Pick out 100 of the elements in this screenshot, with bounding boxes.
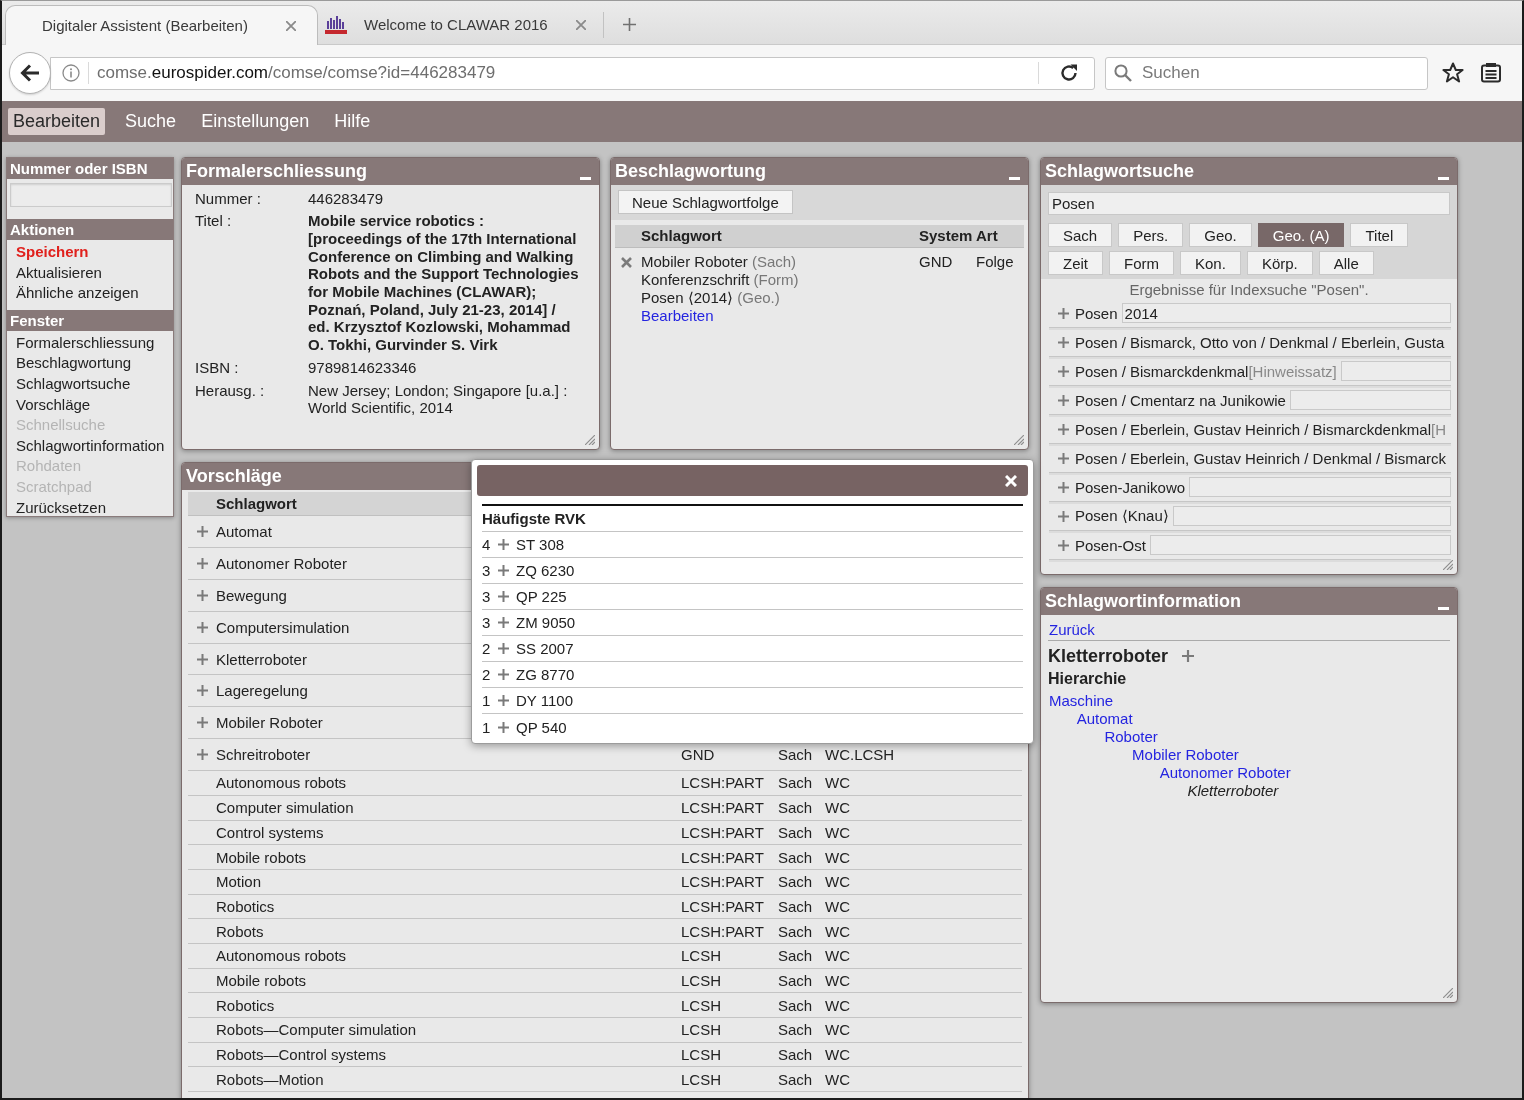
back-link[interactable]: Zurück (1049, 620, 1095, 638)
resize-grip-icon[interactable] (1443, 560, 1453, 570)
classification-code[interactable]: ZM 9050 (516, 614, 576, 631)
keyword-cell[interactable]: Computersimulation (216, 618, 350, 636)
plus-icon[interactable] (1182, 650, 1194, 662)
menu-item[interactable]: Einstellungen (196, 108, 315, 135)
keyword-cell[interactable]: Lageregelung (216, 682, 308, 700)
plus-icon[interactable] (197, 653, 208, 665)
classification-code[interactable]: ZQ 6230 (516, 562, 575, 579)
resize-grip-icon[interactable] (585, 435, 595, 445)
hierarchy-link[interactable]: Roboter (1104, 728, 1158, 746)
classification-code[interactable]: DY 1100 (516, 692, 573, 709)
result-term[interactable]: Posen (1075, 304, 1118, 322)
input-field[interactable] (1172, 506, 1451, 526)
plus-icon[interactable] (498, 695, 509, 706)
filter-button[interactable]: Geo. (A) (1257, 223, 1345, 247)
info-icon[interactable] (62, 64, 80, 82)
classification-code[interactable]: SS 2007 (516, 640, 574, 657)
result-term[interactable]: Posen-Ost (1075, 536, 1146, 554)
plus-icon[interactable] (197, 621, 208, 633)
search-field[interactable]: Posen (1048, 192, 1450, 215)
filter-button[interactable]: Körp. (1246, 251, 1313, 275)
new-sequence-button[interactable]: Neue Schlagwortfolge (618, 190, 793, 214)
plus-icon[interactable] (1058, 452, 1069, 464)
plus-icon[interactable] (498, 591, 509, 602)
menu-item[interactable]: Schlagwortsuche (16, 373, 131, 395)
browser-tab[interactable]: Welcome to CLAWAR 2016 (318, 5, 603, 44)
resize-grip-icon[interactable] (1014, 435, 1024, 445)
plus-icon[interactable] (197, 557, 208, 569)
plus-icon[interactable] (1058, 481, 1069, 493)
plus-icon[interactable] (1058, 307, 1069, 319)
close-icon[interactable] (576, 19, 586, 30)
input-field[interactable]: 2014 (1121, 303, 1451, 323)
back-button[interactable] (9, 52, 51, 94)
filter-button[interactable]: Form (1109, 251, 1174, 275)
classification-code[interactable]: ZG 8770 (516, 666, 575, 683)
star-icon[interactable] (1442, 62, 1464, 84)
close-icon[interactable] (286, 20, 296, 31)
plus-icon[interactable] (498, 721, 509, 733)
plus-icon[interactable] (1058, 510, 1069, 522)
input-field[interactable] (1289, 390, 1451, 410)
hierarchy-link[interactable]: Mobiler Roboter (1132, 746, 1239, 764)
plus-icon[interactable] (498, 617, 509, 628)
plus-icon[interactable] (197, 717, 208, 729)
filter-button[interactable]: Titel (1350, 223, 1409, 247)
menu-item[interactable]: Beschlagwortung (16, 353, 132, 374)
search-field[interactable]: Suchen (1105, 56, 1428, 90)
classification-code[interactable]: QP 540 (516, 718, 567, 736)
input-field[interactable] (1340, 361, 1451, 381)
menu-item[interactable]: Ähnliche anzeigen (16, 283, 139, 304)
classification-code[interactable]: ST 308 (516, 536, 565, 553)
resize-grip-icon[interactable] (1443, 988, 1453, 998)
result-term[interactable]: Posen ⟨Knau⟩ (1075, 507, 1169, 525)
clipboard-icon[interactable] (1481, 63, 1501, 83)
hierarchy-link[interactable]: Maschine (1049, 692, 1114, 710)
menu-item[interactable]: Speichern (16, 242, 89, 263)
filter-button[interactable]: Alle (1318, 251, 1374, 275)
keyword-cell[interactable]: Automat (216, 522, 272, 540)
filter-button[interactable]: Sach (1048, 223, 1113, 247)
plus-icon[interactable] (1058, 423, 1069, 435)
menu-item[interactable]: Aktualisieren (16, 262, 102, 284)
plus-icon[interactable] (197, 749, 208, 761)
menu-item[interactable]: Formalerschliessung (16, 332, 155, 354)
result-term[interactable]: Posen-Janikowo (1075, 478, 1186, 496)
result-term[interactable]: Posen / Bismarck, Otto von / Denkmal / Eberlein, Gusta (1075, 333, 1445, 351)
menu-item[interactable]: Bearbeiten (8, 108, 106, 135)
cross-icon[interactable] (621, 257, 632, 268)
plus-icon[interactable] (1058, 365, 1069, 377)
result-term[interactable]: Posen / Eberlein, Gustav Heinrich / Bismarckdenkmal[H (1075, 420, 1446, 438)
plus-icon[interactable] (1058, 336, 1069, 348)
filter-button[interactable]: Pers. (1118, 223, 1184, 247)
plus-icon[interactable] (1058, 539, 1069, 551)
plus-icon[interactable] (1058, 394, 1069, 406)
result-term[interactable]: Posen / Eberlein, Gustav Heinrich / Denkmal / Bismarck (1075, 449, 1446, 467)
result-term[interactable]: Posen / Cmentarz na Junikowie (1075, 391, 1286, 409)
plus-icon[interactable] (197, 685, 208, 697)
menu-item[interactable]: Zurücksetzen (16, 497, 107, 519)
plus-icon[interactable] (623, 18, 636, 31)
input-field[interactable] (1189, 477, 1451, 497)
browser-tab[interactable]: Digitaler Assistent (Bearbeiten) (5, 5, 318, 45)
filter-button[interactable]: Geo. (1189, 223, 1252, 247)
keyword-cell[interactable]: Mobiler Roboter (216, 714, 323, 732)
menu-item[interactable]: Suche (120, 108, 182, 135)
plus-icon[interactable] (498, 643, 509, 654)
plus-icon[interactable] (498, 565, 509, 576)
keyword-cell[interactable]: Schreitroboter (216, 746, 311, 764)
result-term[interactable]: Posen / Bismarckdenkmal[Hinweissatz] (1075, 362, 1337, 380)
input-field[interactable] (1149, 535, 1451, 555)
plus-icon[interactable] (197, 589, 208, 601)
plus-icon[interactable] (498, 669, 509, 680)
plus-icon[interactable] (498, 539, 509, 550)
menu-item[interactable]: Vorschläge (16, 394, 91, 416)
keyword-cell[interactable]: Kletterroboter (216, 650, 307, 668)
filter-button[interactable]: Zeit (1048, 251, 1103, 275)
edit-link[interactable]: Bearbeiten (641, 307, 714, 325)
reload-icon[interactable] (1060, 64, 1078, 82)
menu-item[interactable]: Schlagwortinformation (16, 435, 165, 457)
menu-item[interactable]: Hilfe (329, 108, 376, 135)
keyword-cell[interactable]: Autonomer Roboter (216, 554, 347, 572)
hierarchy-link[interactable]: Automat (1076, 710, 1133, 728)
